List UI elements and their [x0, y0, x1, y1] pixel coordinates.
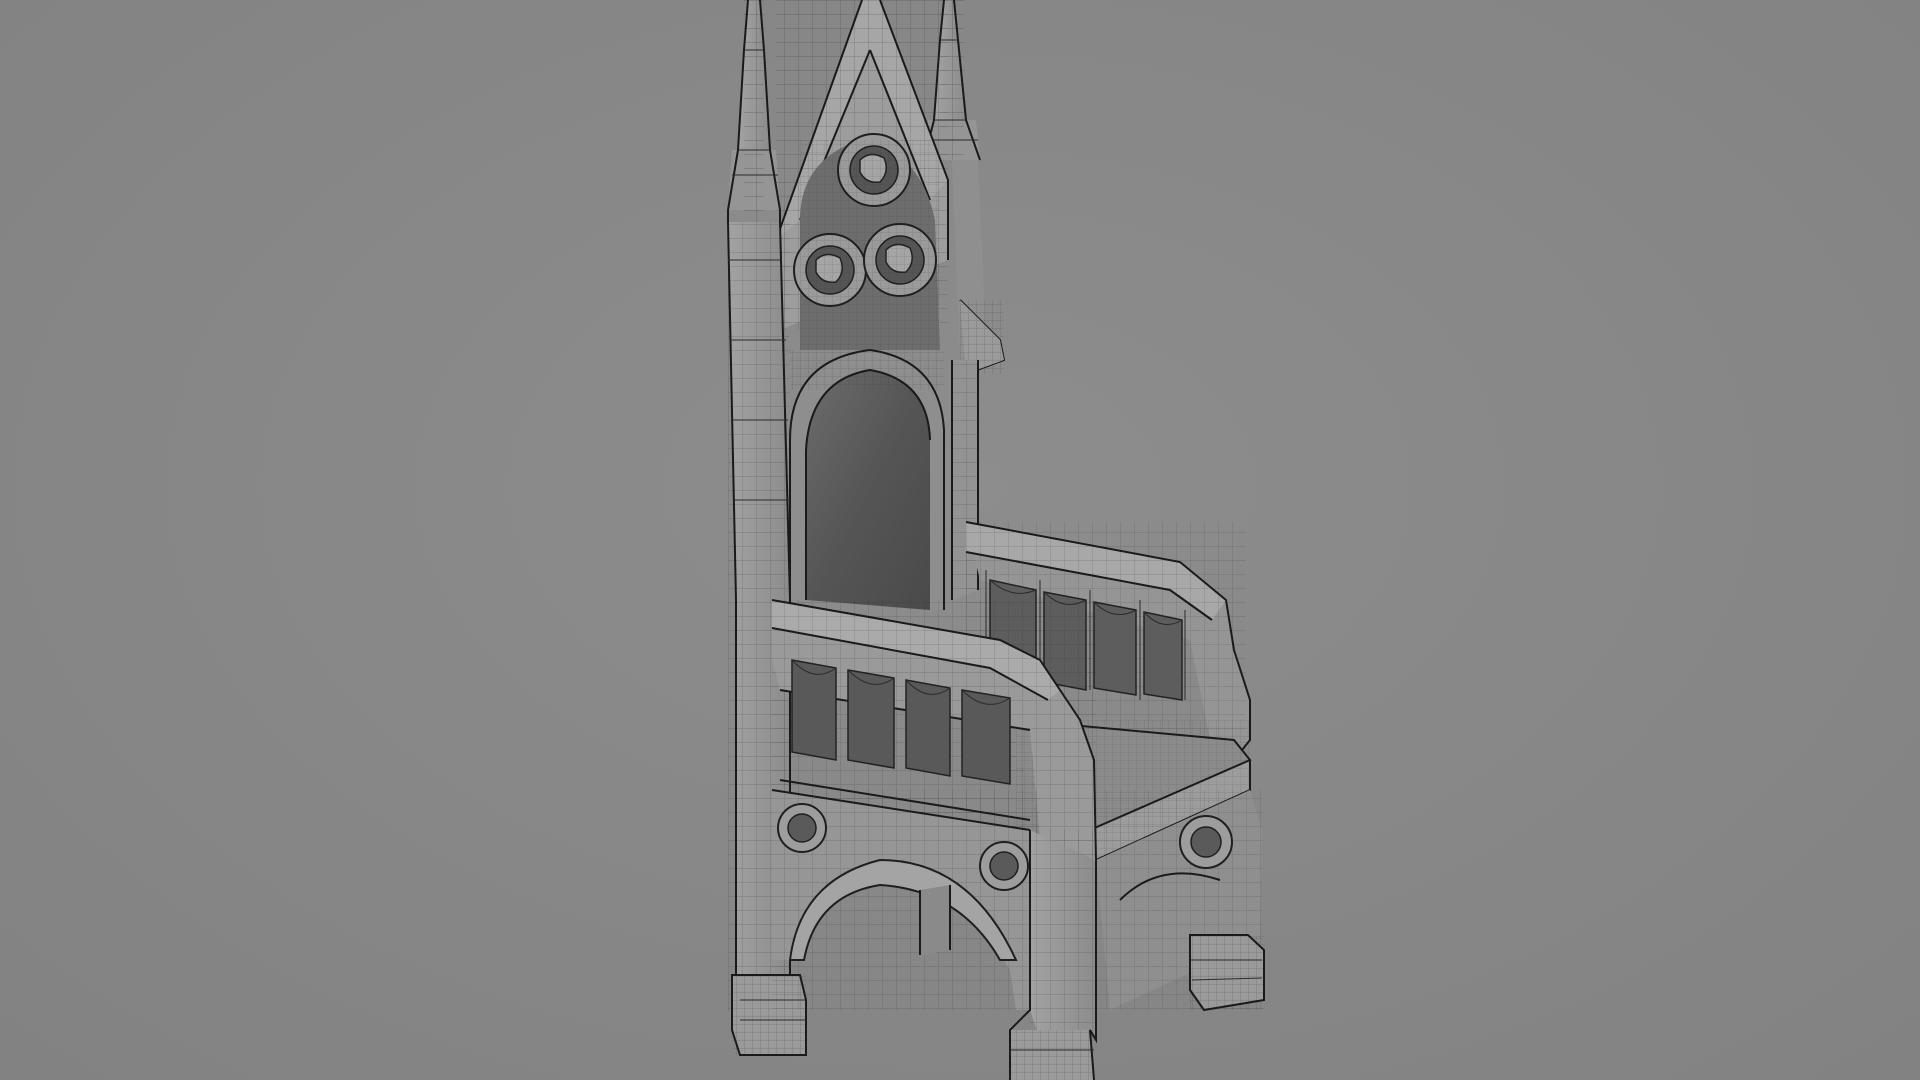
center-support	[919, 885, 951, 955]
back-panel	[789, 348, 945, 610]
tracery-window	[793, 133, 940, 350]
front-apron	[771, 789, 1040, 1010]
left-spire	[727, 0, 781, 222]
right-front-leg	[1096, 790, 1265, 1012]
gothic-throne-model[interactable]	[0, 0, 1920, 1080]
3d-viewport[interactable]	[0, 0, 1920, 1080]
